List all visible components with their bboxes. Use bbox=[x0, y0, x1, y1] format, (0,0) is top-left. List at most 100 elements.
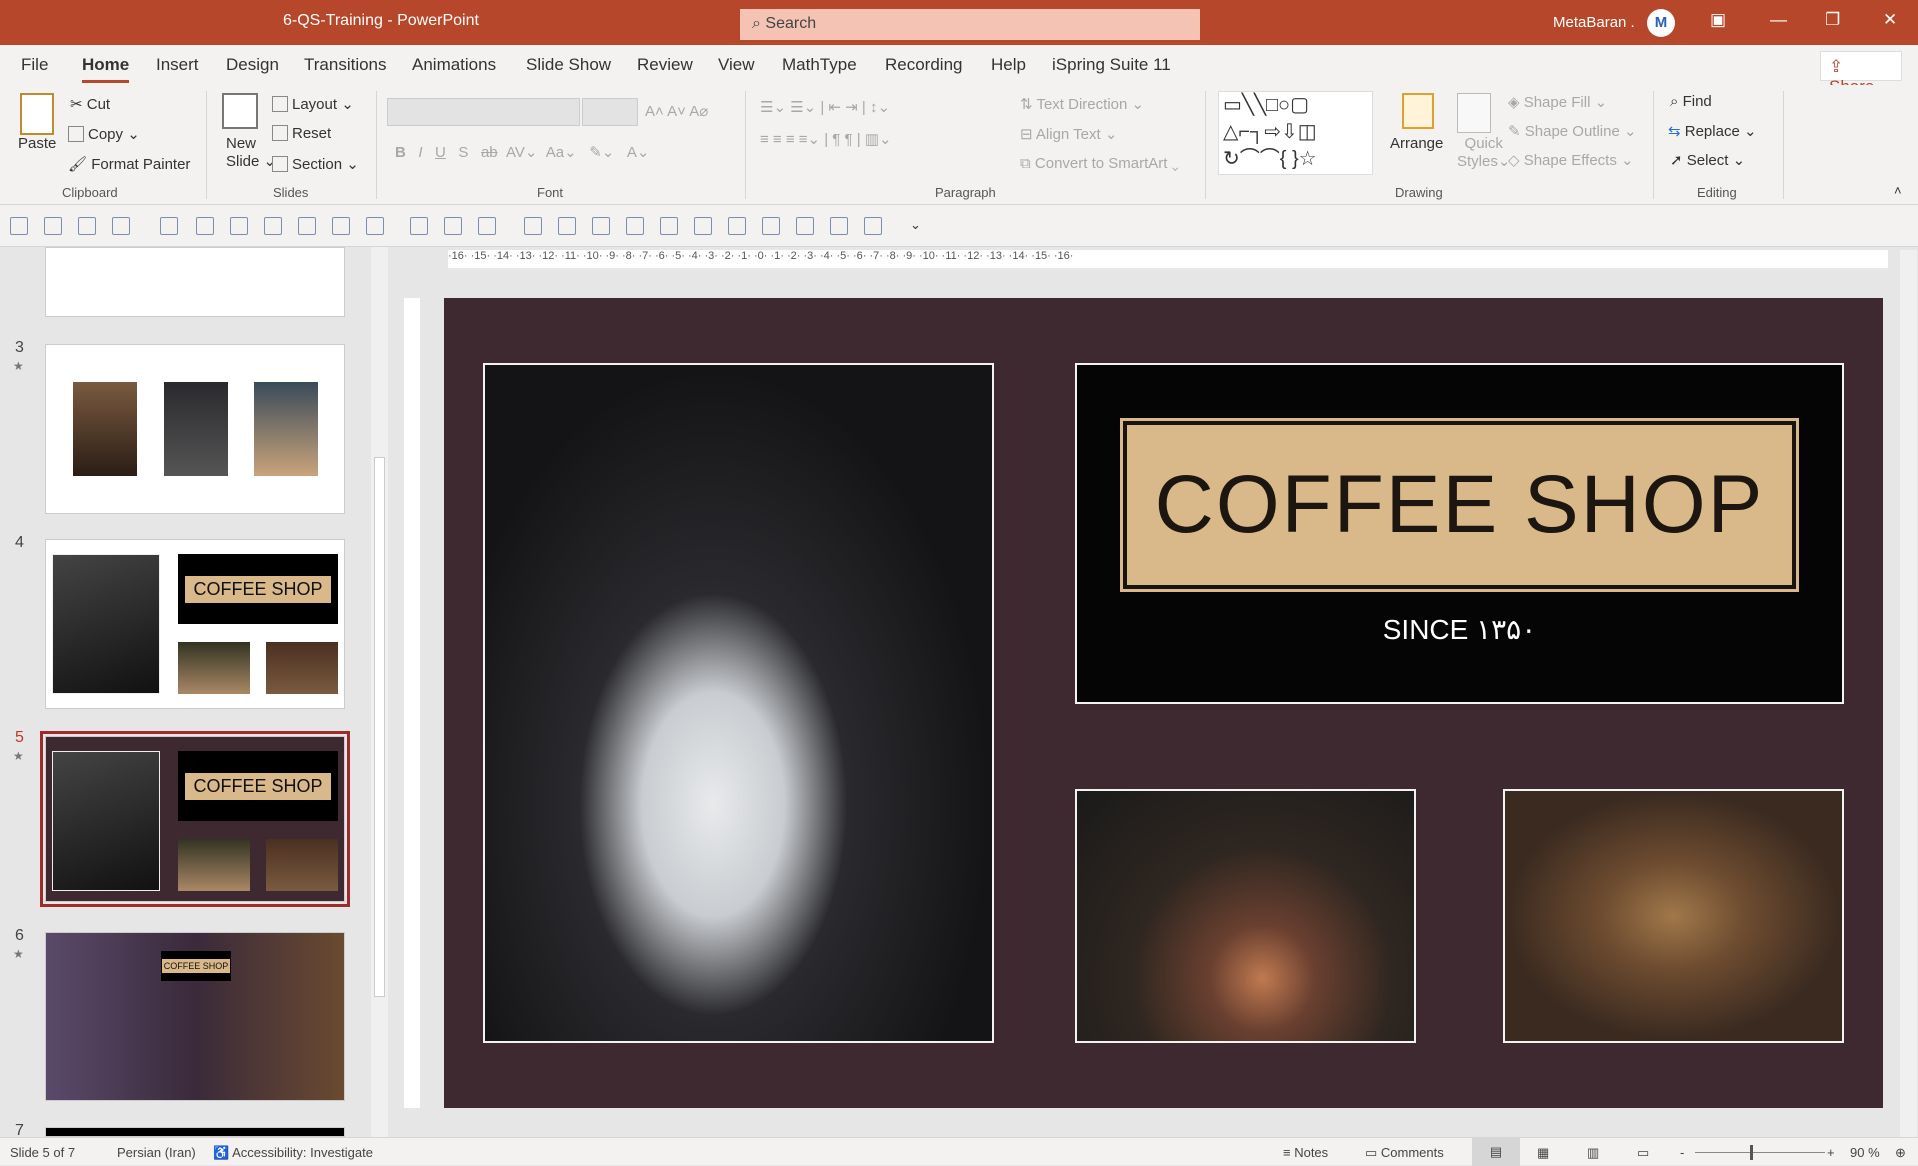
tab-file[interactable]: File bbox=[21, 55, 48, 75]
shapes-gallery[interactable]: ▭╲╲□○▢ △⌐┐⇨⇩◫ ↻⌒⌒{ }☆ bbox=[1218, 91, 1373, 175]
zoom-in-button[interactable]: + bbox=[1827, 1145, 1835, 1160]
toolbar-icon[interactable] bbox=[298, 217, 316, 235]
change-case-button[interactable]: Aa bbox=[546, 144, 564, 161]
shape-fill-button[interactable]: ◈ Shape Fill ⌄ bbox=[1508, 93, 1607, 111]
tab-review[interactable]: Review bbox=[637, 55, 693, 75]
tab-design[interactable]: Design bbox=[226, 55, 279, 75]
toolbar-icon[interactable] bbox=[762, 217, 780, 235]
toolbar-icon[interactable] bbox=[626, 217, 644, 235]
tab-insert[interactable]: Insert bbox=[156, 55, 199, 75]
toolbar-icon[interactable] bbox=[112, 217, 130, 235]
horizontal-ruler[interactable]: ·16· ·15· ·14· ·13· ·12· ·11· ·10· ·9· ·… bbox=[448, 250, 1888, 268]
share-button[interactable]: ⇪ Share bbox=[1820, 51, 1902, 96]
toolbar-icon[interactable] bbox=[660, 217, 678, 235]
grow-font-icon[interactable]: A˄ A˅ A⌀ bbox=[645, 102, 708, 120]
search-input[interactable]: ⌕ Search bbox=[740, 9, 1200, 40]
align-text-button[interactable]: ⊟ Align Text ⌄ bbox=[1020, 125, 1117, 143]
tab-slide-show[interactable]: Slide Show bbox=[526, 55, 611, 75]
find-button[interactable]: ⌕ Find bbox=[1670, 93, 1712, 110]
toolbar-icon[interactable] bbox=[796, 217, 814, 235]
section-button[interactable]: Section ⌄ bbox=[272, 155, 359, 173]
tab-ispring[interactable]: iSpring Suite 11 bbox=[1052, 55, 1171, 75]
italic-button[interactable]: I bbox=[418, 144, 422, 161]
reset-button[interactable]: Reset bbox=[272, 125, 331, 142]
comments-button[interactable]: ▭ Comments bbox=[1365, 1145, 1444, 1161]
toolbar-icon[interactable] bbox=[230, 217, 248, 235]
layout-button[interactable]: Layout ⌄ bbox=[272, 95, 354, 113]
restore-button[interactable]: ❐ bbox=[1825, 10, 1840, 30]
collapse-ribbon-icon[interactable]: ˄ bbox=[1894, 183, 1902, 198]
bold-button[interactable]: B bbox=[395, 144, 406, 161]
font-size-select[interactable] bbox=[582, 98, 638, 126]
zoom-level[interactable]: 90 % bbox=[1850, 1145, 1880, 1160]
cut-button[interactable]: ✂ Cut bbox=[70, 95, 110, 113]
toolbar-icon[interactable] bbox=[444, 217, 462, 235]
select-button[interactable]: ➚ Select ⌄ bbox=[1670, 151, 1745, 169]
toolbar-icon[interactable] bbox=[592, 217, 610, 235]
tab-help[interactable]: Help bbox=[991, 55, 1026, 75]
language-indicator[interactable]: Persian (Iran) bbox=[117, 1145, 196, 1160]
toolbar-icon[interactable] bbox=[830, 217, 848, 235]
tab-view[interactable]: View bbox=[718, 55, 755, 75]
paste-button[interactable]: Paste bbox=[18, 135, 56, 152]
tab-transitions[interactable]: Transitions bbox=[304, 55, 387, 75]
underline-button[interactable]: U bbox=[435, 144, 446, 161]
accessibility-button[interactable]: ♿ Accessibility: Investigate bbox=[213, 1145, 373, 1161]
toolbar-icon[interactable] bbox=[196, 217, 214, 235]
slide-thumbnail-7[interactable] bbox=[45, 1127, 345, 1137]
text-direction-button[interactable]: ⇅ Text Direction ⌄ bbox=[1020, 95, 1144, 113]
shadow-button[interactable]: S bbox=[458, 144, 468, 161]
minimize-button[interactable]: — bbox=[1770, 10, 1787, 30]
new-slide-button[interactable]: New Slide ⌄ bbox=[226, 135, 276, 170]
ribbon-display-icon[interactable]: ▣ bbox=[1710, 10, 1726, 30]
coffee-shop-sign[interactable]: COFFEE SHOP SINCE ۱۳۵۰ bbox=[1075, 363, 1844, 704]
thumbnail-scrollbar[interactable] bbox=[371, 247, 388, 1137]
shape-effects-button[interactable]: ◇ Shape Effects ⌄ bbox=[1508, 151, 1634, 169]
align-buttons[interactable]: ≡ ≡ ≡ ≡⌄ | ¶ ¶ | ▥⌄ bbox=[760, 130, 892, 148]
toolbar-icon[interactable] bbox=[44, 217, 62, 235]
format-painter-button[interactable]: 🖌 Format Painter bbox=[68, 155, 190, 173]
normal-view-button[interactable]: ▤ bbox=[1472, 1138, 1520, 1166]
zoom-slider[interactable] bbox=[1695, 1145, 1825, 1160]
tab-mathtype[interactable]: MathType bbox=[782, 55, 857, 75]
notes-button[interactable]: ≡ Notes bbox=[1283, 1145, 1328, 1160]
toolbar-icon[interactable] bbox=[366, 217, 384, 235]
arrange-button[interactable]: Arrange bbox=[1390, 135, 1443, 152]
toolbar-icon[interactable] bbox=[332, 217, 350, 235]
close-button[interactable]: ✕ bbox=[1883, 10, 1897, 30]
zoom-slider-thumb[interactable] bbox=[1750, 1145, 1753, 1160]
slide-sorter-button[interactable]: ▦ bbox=[1537, 1145, 1549, 1161]
fit-slide-icon[interactable]: ⊕ bbox=[1895, 1145, 1906, 1161]
toolbar-icon[interactable] bbox=[78, 217, 96, 235]
slide-thumbnail-6[interactable]: COFFEE SHOP bbox=[45, 932, 345, 1101]
slide-thumbnail-5-selected[interactable]: COFFEE SHOP bbox=[40, 731, 350, 907]
slide-canvas[interactable]: COFFEE SHOP SINCE ۱۳۵۰ bbox=[444, 298, 1883, 1108]
scrollbar-thumb[interactable] bbox=[374, 457, 385, 997]
cake-photo[interactable] bbox=[1075, 789, 1416, 1043]
toolbar-icon[interactable] bbox=[10, 217, 28, 235]
toolbar-icon[interactable] bbox=[160, 217, 178, 235]
replace-button[interactable]: ⇆ Replace ⌄ bbox=[1668, 122, 1757, 140]
espresso-photo[interactable] bbox=[483, 363, 994, 1043]
strikethrough-button[interactable]: ab bbox=[481, 144, 498, 161]
convert-smartart-button[interactable]: ⧉ Convert to SmartArt ⌄ bbox=[1020, 155, 1179, 172]
toolbar-icon[interactable] bbox=[478, 217, 496, 235]
toolbar-icon[interactable] bbox=[728, 217, 746, 235]
toolbar-icon[interactable] bbox=[864, 217, 882, 235]
slide-thumbnail-3[interactable] bbox=[45, 344, 345, 514]
quick-styles-button[interactable]: Quick Styles⌄ bbox=[1457, 135, 1510, 170]
list-buttons[interactable]: ☰⌄ ☰⌄ | ⇤ ⇥ | ↕⌄ bbox=[760, 98, 890, 116]
tab-home[interactable]: Home bbox=[82, 55, 130, 83]
tab-recording[interactable]: Recording bbox=[885, 55, 963, 75]
shape-outline-button[interactable]: ✎ Shape Outline ⌄ bbox=[1508, 122, 1637, 140]
toolbar-icon[interactable] bbox=[694, 217, 712, 235]
customize-toolbar-icon[interactable]: ⌄ bbox=[910, 217, 921, 233]
toolbar-icon[interactable] bbox=[558, 217, 576, 235]
char-spacing-button[interactable]: AV bbox=[506, 144, 525, 161]
tab-animations[interactable]: Animations bbox=[412, 55, 496, 75]
reading-view-button[interactable]: ▥ bbox=[1587, 1145, 1599, 1161]
avatar[interactable]: M bbox=[1647, 9, 1675, 37]
toolbar-icon[interactable] bbox=[264, 217, 282, 235]
font-format-buttons[interactable]: B I U S ab AV⌄ Aa⌄ ✎⌄ A⌄ bbox=[395, 143, 649, 161]
user-name[interactable]: MetaBaran . bbox=[1553, 14, 1635, 31]
